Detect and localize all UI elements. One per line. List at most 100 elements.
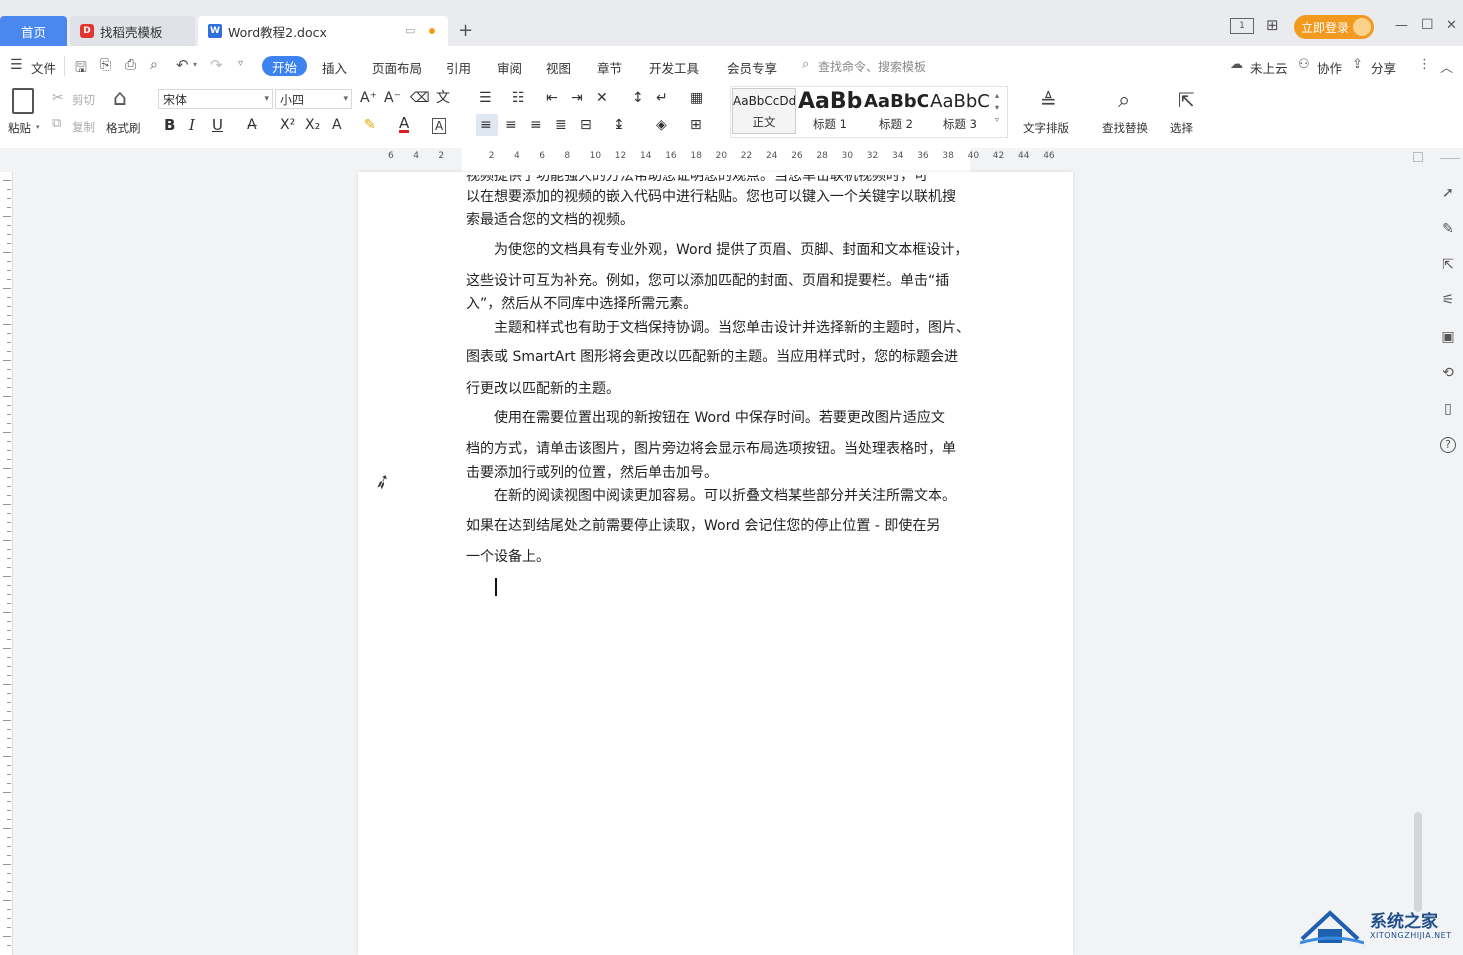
strikethrough-icon[interactable]: A̶ bbox=[247, 118, 257, 132]
close-button[interactable]: ✕ bbox=[1446, 18, 1457, 33]
superscript-icon[interactable]: X² bbox=[280, 118, 295, 132]
tab-home[interactable]: 首页 bbox=[0, 16, 67, 46]
style-heading-1[interactable]: AaBb 标题 1 bbox=[798, 88, 862, 136]
highlight-icon[interactable]: ✎ bbox=[364, 118, 376, 132]
increase-indent-icon[interactable]: ⇥ bbox=[571, 91, 583, 105]
document-text-line[interactable]: 为使您的文档具有专业外观，Word 提供了页眉、页脚、封面和文本框设计， bbox=[494, 243, 994, 257]
text-layout-button[interactable]: 文字排版 bbox=[1023, 120, 1069, 136]
menu-tab-layout[interactable]: 页面布局 bbox=[372, 58, 422, 77]
grow-font-icon[interactable]: A⁺ bbox=[360, 91, 377, 105]
subscript-icon[interactable]: X₂ bbox=[305, 118, 320, 132]
tab-document[interactable]: W Word教程2.docx ▭ bbox=[198, 16, 448, 46]
file-menu[interactable]: 文件 bbox=[31, 58, 56, 77]
more-options-icon[interactable]: ⋮ bbox=[1418, 57, 1431, 72]
redo-icon[interactable]: ↷ bbox=[210, 56, 223, 74]
bold-icon[interactable]: B bbox=[164, 118, 175, 133]
backup-icon[interactable]: ⟲ bbox=[1440, 365, 1456, 381]
settings-sliders-icon[interactable]: ⚟ bbox=[1440, 292, 1456, 308]
sort-icon[interactable]: ↕ bbox=[632, 91, 644, 105]
find-replace-button[interactable]: 查找替换 bbox=[1102, 120, 1148, 136]
customize-dropdown-icon[interactable]: ▿ bbox=[238, 58, 243, 69]
minimize-button[interactable]: — bbox=[1395, 18, 1408, 33]
document-text-line[interactable]: 档的方式，请单击该图片，图片旁边将会显示布局选项按钮。当处理表格时，单 bbox=[466, 442, 966, 456]
font-size-select[interactable]: 小四 ▾ bbox=[275, 89, 352, 109]
decrease-indent-icon[interactable]: ⇤ bbox=[546, 91, 558, 105]
save-icon[interactable]: 🖫 bbox=[75, 57, 87, 81]
document-text-line[interactable]: 行更改以匹配新的主题。 bbox=[466, 382, 966, 396]
paste-dropdown-icon[interactable]: ▾ bbox=[36, 123, 40, 131]
document-text-line[interactable]: 图表或 SmartArt 图形将会更改以匹配新的主题。当应用样式时，您的标题会进 bbox=[466, 350, 966, 364]
copy-button[interactable]: 复制 bbox=[72, 119, 95, 135]
show-marks-icon[interactable]: ↵ bbox=[656, 91, 668, 105]
command-search-input[interactable]: 查找命令、搜索模板 bbox=[818, 58, 926, 75]
hamburger-icon[interactable]: ☰ bbox=[10, 57, 23, 73]
image-edit-icon[interactable]: ▣ bbox=[1440, 329, 1456, 345]
help-icon[interactable]: ? bbox=[1440, 437, 1456, 453]
rocket-icon[interactable]: ➚ bbox=[1440, 185, 1456, 201]
char-border-icon[interactable]: A bbox=[432, 118, 447, 134]
tab-template[interactable]: D 找稻壳模板 bbox=[70, 16, 195, 46]
cloud-status-button[interactable]: 未上云 bbox=[1250, 58, 1288, 77]
pen-icon[interactable]: ✎ bbox=[1440, 221, 1456, 237]
layout-icon[interactable]: 1 bbox=[1230, 18, 1254, 34]
shading-icon[interactable]: ◈ bbox=[656, 118, 667, 132]
menu-tab-member[interactable]: 会员专享 bbox=[727, 58, 777, 77]
format-painter-button[interactable]: 格式刷 bbox=[106, 120, 141, 136]
menu-tab-insert[interactable]: 插入 bbox=[322, 58, 347, 77]
undo-icon[interactable]: ↶ bbox=[176, 56, 189, 74]
cut-button[interactable]: 剪切 bbox=[72, 92, 95, 108]
document-text-line[interactable]: 在新的阅读视图中阅读更加容易。可以折叠文档某些部分并关注所需文本。 bbox=[494, 489, 994, 503]
text-effect-icon[interactable]: A bbox=[332, 118, 342, 132]
document-text-line[interactable]: 击要添加行或列的位置，然后单击加号。 bbox=[466, 466, 966, 480]
collapse-ribbon-icon[interactable]: ︿ bbox=[1440, 57, 1453, 76]
document-text-line[interactable]: 入”，然后从不同库中选择所需元素。 bbox=[466, 297, 966, 311]
menu-tab-start[interactable]: 开始 bbox=[262, 56, 307, 76]
document-text-line[interactable]: 使用在需要位置出现的新按钮在 Word 中保存时间。若要更改图片适应文 bbox=[494, 411, 994, 425]
document-text-line[interactable]: 如果在达到结尾处之前需要停止读取，Word 会记住您的停止位置 - 即使在另 bbox=[466, 519, 966, 533]
menu-tab-references[interactable]: 引用 bbox=[446, 58, 471, 77]
screen-icon[interactable]: ▭ bbox=[405, 24, 415, 37]
line-spacing-icon[interactable]: ↨ bbox=[613, 118, 625, 132]
italic-icon[interactable]: I bbox=[189, 118, 195, 133]
chinese-layout-icon[interactable]: ✕ bbox=[596, 91, 608, 105]
clear-format-icon[interactable]: ⌫ bbox=[410, 91, 430, 105]
paste-button[interactable]: 粘贴 bbox=[8, 120, 31, 136]
export-pdf-icon[interactable]: ⎘ bbox=[100, 57, 111, 73]
document-text-line[interactable]: 这些设计可互为补充。例如，您可以添加匹配的封面、页眉和提要栏。单击“插 bbox=[466, 274, 966, 288]
bullet-list-icon[interactable]: ☰ bbox=[479, 91, 492, 105]
distribute-icon[interactable]: ⊟ bbox=[580, 118, 592, 132]
scrollbar-thumb[interactable] bbox=[1414, 812, 1422, 912]
share-button[interactable]: 分享 bbox=[1371, 58, 1396, 77]
font-family-select[interactable]: 宋体 ▾ bbox=[158, 89, 273, 109]
login-button[interactable]: 立即登录 bbox=[1294, 15, 1374, 39]
styles-scroll-icon[interactable]: ▴ ▾ ▿ bbox=[995, 90, 999, 126]
cursor-icon[interactable]: ⇱ bbox=[1440, 257, 1456, 273]
style-heading-3[interactable]: AaBbC 标题 3 bbox=[928, 88, 992, 136]
font-color-icon[interactable]: A bbox=[399, 116, 410, 133]
menu-tab-review[interactable]: 审阅 bbox=[497, 58, 522, 77]
align-right-icon[interactable]: ≡ bbox=[530, 118, 542, 132]
select-button[interactable]: 选择 bbox=[1170, 120, 1193, 136]
paste-icon[interactable] bbox=[12, 88, 34, 114]
underline-icon[interactable]: U bbox=[212, 118, 223, 133]
print-icon[interactable]: ⎙ bbox=[125, 57, 136, 73]
menu-tab-developer[interactable]: 开发工具 bbox=[649, 58, 699, 77]
document-text-line[interactable]: 主题和样式也有助于文档保持协调。当您单击设计并选择新的主题时，图片、 bbox=[494, 321, 994, 335]
grid-apps-icon[interactable]: ⊞ bbox=[1266, 16, 1279, 34]
document-text-line[interactable]: 一个设备上。 bbox=[466, 550, 966, 564]
split-view-icon[interactable] bbox=[1413, 152, 1423, 162]
menu-tab-section[interactable]: 章节 bbox=[597, 58, 622, 77]
collaborate-button[interactable]: 协作 bbox=[1317, 58, 1342, 77]
shrink-font-icon[interactable]: A⁻ bbox=[384, 91, 401, 105]
style-heading-2[interactable]: AaBbC 标题 2 bbox=[864, 88, 928, 136]
borders-icon[interactable]: ⊞ bbox=[690, 118, 702, 132]
document-text-line[interactable]: 以在想要添加的视频的嵌入代码中进行粘贴。您也可以键入一个关键字以联机搜 bbox=[466, 190, 966, 204]
align-center-icon[interactable]: ≡ bbox=[505, 118, 517, 132]
style-normal[interactable]: AaBbCcDd 正文 bbox=[732, 88, 796, 134]
print-preview-icon[interactable]: ⌕ bbox=[150, 57, 158, 73]
document-text-line[interactable]: 索最适合您的文档的视频。 bbox=[466, 213, 966, 227]
menu-tab-view[interactable]: 视图 bbox=[546, 58, 571, 77]
reading-icon[interactable]: ▯ bbox=[1440, 401, 1456, 417]
undo-dropdown-icon[interactable]: ▾ bbox=[193, 60, 197, 69]
new-tab-button[interactable]: + bbox=[458, 20, 473, 41]
